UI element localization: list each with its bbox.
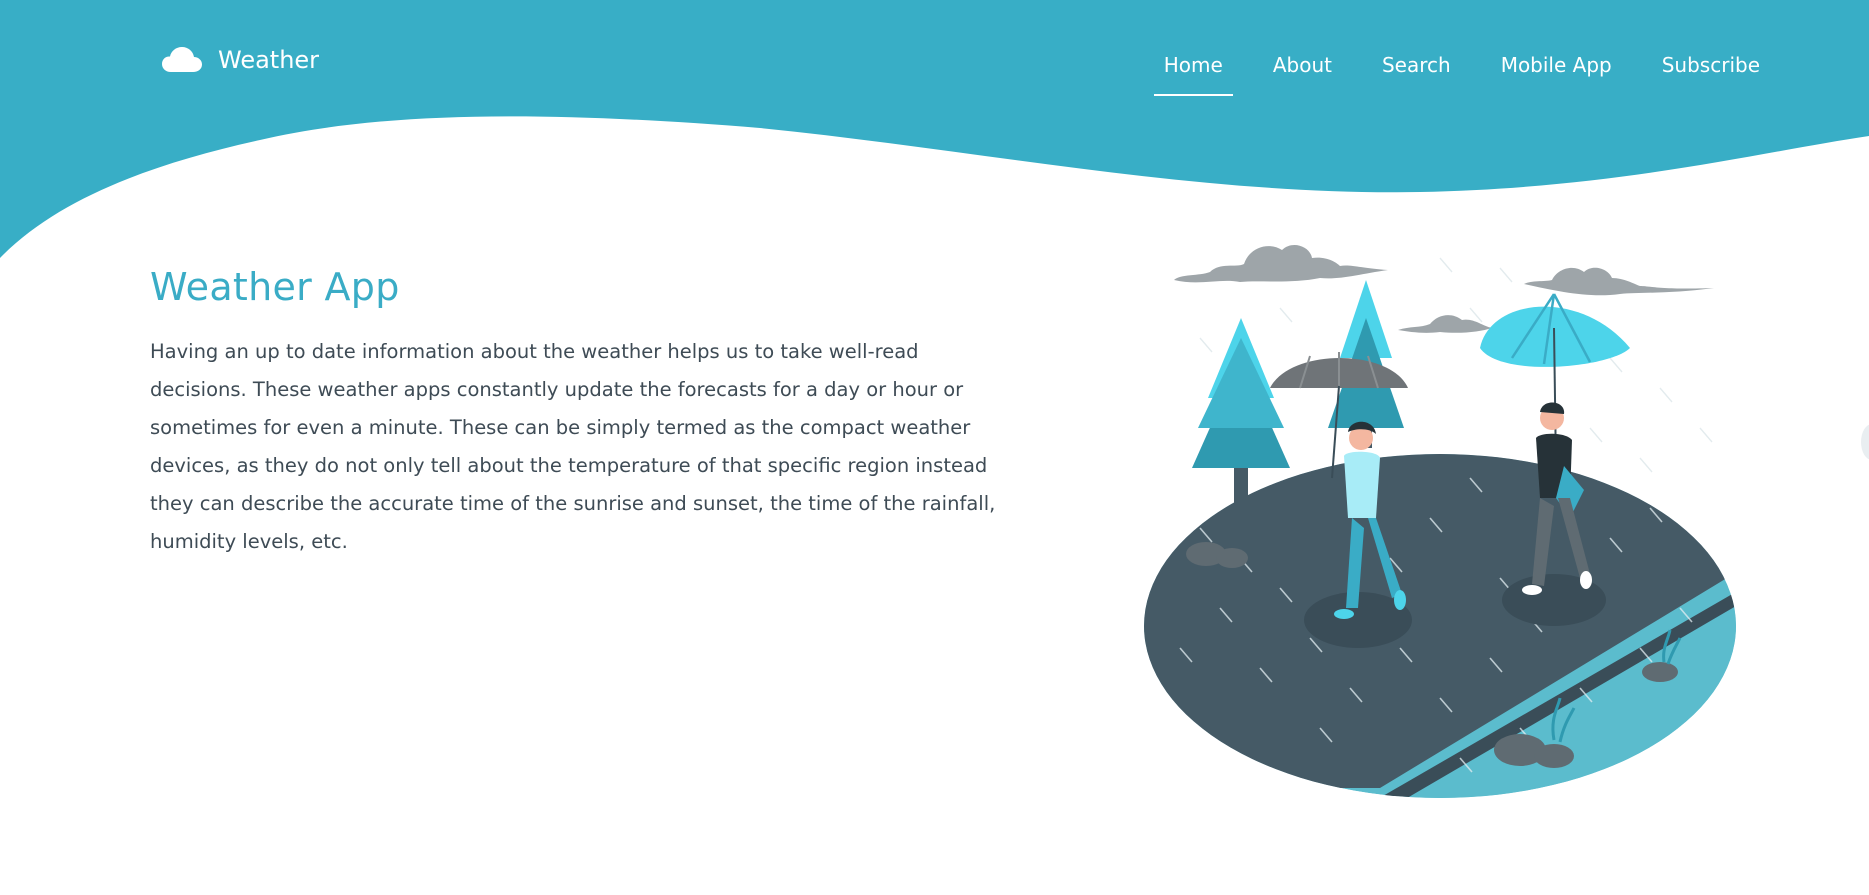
nav-home-link[interactable]: Home [1153, 50, 1233, 96]
page-title: Weather App [150, 265, 400, 309]
rain-walk-illustration [1144, 244, 1736, 798]
nav-about-link[interactable]: About [1273, 50, 1332, 96]
top-navbar: Weather Home About Search Mobile App Sub… [0, 0, 1869, 130]
cloud-icon [162, 47, 202, 73]
nav-mobile-app-link[interactable]: Mobile App [1501, 50, 1612, 96]
hero-description: Having an up to date information about t… [150, 340, 996, 553]
brand-name: Weather [218, 46, 320, 74]
nav-subscribe-link[interactable]: Subscribe [1662, 50, 1760, 96]
scroll-edge-indicator [1861, 424, 1869, 460]
hero-section: Weather App Having an up to date informa… [150, 265, 1000, 561]
nav-search-link[interactable]: Search [1382, 50, 1451, 96]
brand-logo[interactable]: Weather [162, 46, 319, 74]
main-nav: Home About Search Mobile App Subscribe [1153, 50, 1760, 96]
cloud-shapes [1174, 244, 1714, 333]
